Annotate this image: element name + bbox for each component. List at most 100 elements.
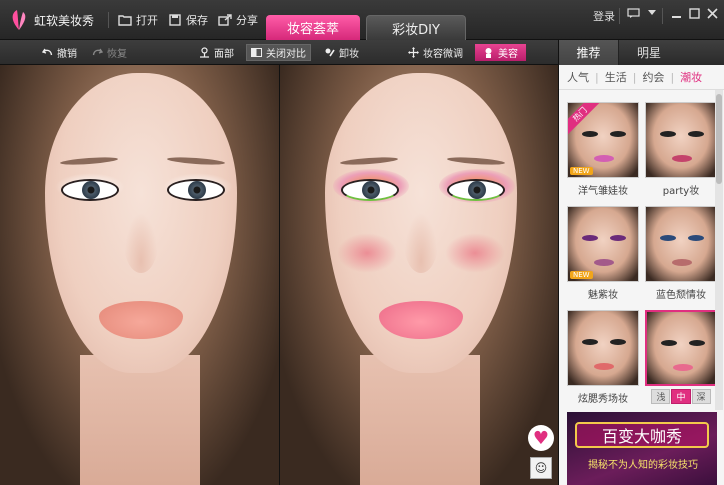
minimize-icon[interactable] <box>671 8 682 19</box>
app-name: 虹软美妆秀 <box>34 13 95 28</box>
fine-tune-label: 妆容微调 <box>423 49 463 60</box>
nose <box>124 213 158 273</box>
new-badge: NEW <box>570 271 593 279</box>
lips <box>99 301 183 339</box>
intensity-light[interactable]: 浅 <box>651 389 671 404</box>
subtab-daily[interactable]: 生活 <box>605 69 627 85</box>
banner-title: 百变大咖秀 <box>575 422 709 448</box>
lips <box>379 301 463 339</box>
right-eye <box>167 179 225 201</box>
banner-subtitle: 揭秘不为人知的彩妆技巧 <box>588 460 698 471</box>
divider <box>662 8 663 24</box>
makeup-style-grid: 热门 NEW 洋气雏娃妆 party妆 NEW 魅紫妆 蓝色颓情妆 炫腮秀场妆 … <box>567 102 719 408</box>
neck <box>360 355 480 485</box>
compare-toggle-button[interactable]: 关闭对比 <box>246 44 311 61</box>
makeup-style-panel: 推荐 明星 人气 | 生活 | 约会 | 潮妆 热门 NEW 洋气雏娃妆 par… <box>558 40 724 485</box>
photo-compare-area: ♥ ☺ <box>0 65 558 485</box>
close-icon[interactable] <box>707 8 718 19</box>
compare-icon <box>251 47 262 58</box>
style-thumbnail <box>567 310 639 386</box>
share-icon <box>218 14 232 26</box>
tab-celebrity[interactable]: 明星 <box>619 40 679 65</box>
face-button[interactable]: 面部 <box>199 44 234 61</box>
style-thumbnail <box>645 206 717 282</box>
remove-makeup-icon <box>324 47 335 58</box>
edit-toolbar: 撤销 恢复 面部 关闭对比 卸妆 妆容微调 美容 <box>0 40 558 65</box>
undo-button[interactable]: 撤销 <box>41 44 77 61</box>
style-card-4[interactable]: 蓝色颓情妆 <box>645 206 717 304</box>
undo-icon <box>41 47 53 58</box>
style-thumbnail: NEW <box>567 206 639 282</box>
intensity-dark[interactable]: 深 <box>691 389 711 404</box>
save-icon <box>168 14 182 26</box>
beauty-label: 美容 <box>498 49 518 60</box>
tab-makeup-diy[interactable]: 彩妆DIY <box>366 15 466 40</box>
beauty-face-icon <box>483 47 494 58</box>
login-link[interactable]: 登录 <box>593 8 615 24</box>
style-label: 炫腮秀场妆 <box>578 394 628 405</box>
promo-banner[interactable]: 百变大咖秀 揭秘不为人知的彩妆技巧 <box>567 412 717 485</box>
app-logo: 虹软美妆秀 <box>8 6 94 34</box>
redo-label: 恢复 <box>107 49 127 60</box>
style-thumbnail: 热门 NEW <box>567 102 639 178</box>
title-bar: 虹软美妆秀 打开 保存 分享 妆容荟萃 彩妆DIY 登录 <box>0 0 724 40</box>
butterfly-logo-icon <box>8 8 30 32</box>
right-brow <box>446 155 506 167</box>
divider: | <box>595 70 599 84</box>
original-photo[interactable] <box>0 65 279 485</box>
folder-icon <box>118 14 132 26</box>
subtab-date[interactable]: 约会 <box>642 69 664 85</box>
favorite-heart-icon[interactable]: ♥ <box>528 425 554 451</box>
maximize-icon[interactable] <box>689 8 700 19</box>
move-arrows-icon <box>408 47 419 58</box>
photo-side-tools: ♥ ☺ <box>528 425 554 479</box>
open-button[interactable]: 打开 <box>118 12 158 28</box>
save-button[interactable]: 保存 <box>168 12 208 28</box>
style-label: 魅紫妆 <box>588 290 618 301</box>
scrollbar-thumb[interactable] <box>716 94 722 184</box>
remove-makeup-button[interactable]: 卸妆 <box>324 44 359 61</box>
style-card-6-selected[interactable]: 浅 中 深 <box>645 310 717 408</box>
face-label: 面部 <box>214 49 234 60</box>
neck <box>80 355 200 485</box>
compare-label: 关闭对比 <box>266 49 306 60</box>
redo-button[interactable]: 恢复 <box>92 44 127 61</box>
remove-makeup-label: 卸妆 <box>339 49 359 60</box>
makeup-photo[interactable]: ♥ ☺ <box>279 65 558 485</box>
right-eye <box>447 179 505 201</box>
left-eye <box>341 179 399 201</box>
face-outline-icon[interactable]: ☺ <box>530 457 552 479</box>
left-eye <box>61 179 119 201</box>
dropdown-icon[interactable] <box>647 8 657 16</box>
style-label: party妆 <box>662 186 700 197</box>
intensity-selector: 浅 中 深 <box>651 389 711 404</box>
style-card-5[interactable]: 炫腮秀场妆 <box>567 310 639 408</box>
share-button[interactable]: 分享 <box>218 12 258 28</box>
face-adjust-icon <box>199 47 210 58</box>
style-card-2[interactable]: party妆 <box>645 102 717 200</box>
message-icon[interactable] <box>627 8 640 19</box>
tab-makeup-collection[interactable]: 妆容荟萃 <box>266 15 360 40</box>
subtab-popular[interactable]: 人气 <box>567 69 589 85</box>
style-card-1[interactable]: 热门 NEW 洋气雏娃妆 <box>567 102 639 200</box>
subtab-trendy[interactable]: 潮妆 <box>680 69 702 85</box>
style-card-3[interactable]: NEW 魅紫妆 <box>567 206 639 304</box>
new-badge: NEW <box>570 167 593 175</box>
left-brow <box>339 155 399 167</box>
panel-tabs: 推荐 明星 <box>559 40 724 65</box>
category-tabs: 人气 | 生活 | 约会 | 潮妆 <box>559 65 724 90</box>
open-label: 打开 <box>136 14 158 27</box>
left-blush <box>337 233 397 273</box>
undo-label: 撤销 <box>57 49 77 60</box>
divider <box>108 12 109 28</box>
panel-scrollbar[interactable] <box>715 90 723 410</box>
tab-recommend[interactable]: 推荐 <box>559 40 619 65</box>
divider: | <box>632 70 637 84</box>
beauty-button[interactable]: 美容 <box>475 44 526 61</box>
intensity-medium[interactable]: 中 <box>671 389 691 404</box>
fine-tune-button[interactable]: 妆容微调 <box>408 44 463 61</box>
style-label: 蓝色颓情妆 <box>656 290 706 301</box>
right-blush <box>445 233 505 273</box>
right-brow <box>166 155 226 167</box>
nose <box>404 213 438 273</box>
